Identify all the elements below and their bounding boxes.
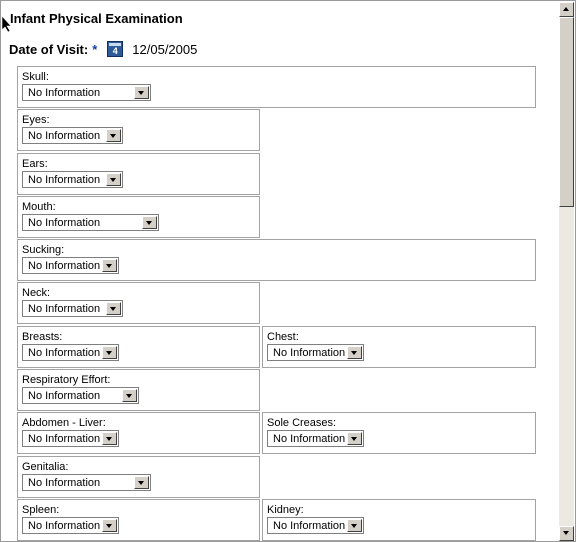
genitalia-group: Genitalia: No Information [17, 456, 260, 498]
neck-group: Neck: No Information [17, 282, 260, 324]
abdomen-liver-label: Abdomen - Liver: [22, 417, 106, 429]
sucking-group: Sucking: No Information [17, 239, 536, 281]
skull-select-value: No Information [28, 87, 101, 99]
respiratory-effort-label: Respiratory Effort: [22, 374, 111, 386]
required-marker: * [92, 41, 98, 57]
chevron-down-icon[interactable] [134, 476, 149, 489]
chevron-down-icon[interactable] [347, 346, 362, 359]
kidney-group: Kidney: No Information [262, 499, 536, 541]
sole-creases-label: Sole Creases: [267, 417, 337, 429]
mouth-select-value: No Information [28, 217, 101, 229]
mouth-select[interactable]: No Information [22, 214, 159, 231]
sucking-select[interactable]: No Information [22, 257, 119, 274]
chevron-down-icon[interactable] [102, 432, 117, 445]
scrollbar-thumb[interactable] [559, 17, 574, 207]
neck-select[interactable]: No Information [22, 300, 123, 317]
chest-select[interactable]: No Information [267, 344, 364, 361]
chevron-down-icon[interactable] [347, 519, 362, 532]
chevron-down-icon[interactable] [142, 216, 157, 229]
skull-select[interactable]: No Information [22, 84, 151, 101]
kidney-label: Kidney: [267, 504, 304, 516]
scroll-up-icon[interactable] [559, 2, 574, 17]
breasts-select[interactable]: No Information [22, 344, 119, 361]
sole-creases-select-value: No Information [273, 433, 346, 445]
chevron-down-icon[interactable] [102, 259, 117, 272]
spleen-select[interactable]: No Information [22, 517, 119, 534]
ears-select-value: No Information [28, 174, 101, 186]
date-of-visit-row: Date of Visit: * 4 12/05/2005 [9, 40, 197, 58]
chevron-down-icon[interactable] [106, 129, 121, 142]
scroll-down-icon[interactable] [559, 526, 574, 541]
skull-label: Skull: [22, 71, 49, 83]
eyes-label: Eyes: [22, 114, 50, 126]
chevron-down-icon[interactable] [106, 173, 121, 186]
chevron-down-icon[interactable] [122, 389, 137, 402]
ears-group: Ears: No Information [17, 153, 260, 195]
sole-creases-select[interactable]: No Information [267, 430, 364, 447]
genitalia-label: Genitalia: [22, 461, 69, 473]
spleen-label: Spleen: [22, 504, 60, 516]
breasts-select-value: No Information [28, 347, 101, 359]
skull-group: Skull: No Information [17, 66, 536, 108]
ears-select[interactable]: No Information [22, 171, 123, 188]
breasts-label: Breasts: [22, 331, 63, 343]
chevron-down-icon[interactable] [347, 432, 362, 445]
page-title: Infant Physical Examination [10, 11, 183, 26]
abdomen-liver-group: Abdomen - Liver: No Information [17, 412, 260, 454]
calendar-icon-day: 4 [112, 46, 118, 56]
eyes-group: Eyes: No Information [17, 109, 260, 151]
breasts-group: Breasts: No Information [17, 326, 260, 368]
vertical-scrollbar[interactable] [559, 2, 574, 541]
exam-form-window: Infant Physical Examination Date of Visi… [0, 0, 576, 542]
spleen-select-value: No Information [28, 520, 101, 532]
abdomen-liver-select[interactable]: No Information [22, 430, 119, 447]
mouth-group: Mouth: No Information [17, 196, 260, 238]
chevron-down-icon[interactable] [106, 302, 121, 315]
chevron-down-icon[interactable] [134, 86, 149, 99]
kidney-select[interactable]: No Information [267, 517, 364, 534]
ears-label: Ears: [22, 158, 48, 170]
date-of-visit-label: Date of Visit: [9, 41, 89, 57]
chest-group: Chest: No Information [262, 326, 536, 368]
calendar-icon[interactable]: 4 [107, 41, 124, 57]
genitalia-select-value: No Information [28, 477, 101, 489]
respiratory-effort-select-value: No Information [28, 390, 101, 402]
chest-select-value: No Information [273, 347, 346, 359]
date-of-visit-value: 12/05/2005 [132, 41, 198, 57]
sucking-label: Sucking: [22, 244, 65, 256]
kidney-select-value: No Information [273, 520, 346, 532]
eyes-select[interactable]: No Information [22, 127, 123, 144]
spleen-group: Spleen: No Information [17, 499, 260, 541]
eyes-select-value: No Information [28, 130, 101, 142]
respiratory-effort-group: Respiratory Effort: No Information [17, 369, 260, 411]
mouth-label: Mouth: [22, 201, 56, 213]
chevron-down-icon[interactable] [102, 519, 117, 532]
neck-select-value: No Information [28, 303, 101, 315]
sole-creases-group: Sole Creases: No Information [262, 412, 536, 454]
neck-label: Neck: [22, 287, 51, 299]
chest-label: Chest: [267, 331, 299, 343]
chevron-down-icon[interactable] [102, 346, 117, 359]
abdomen-liver-select-value: No Information [28, 433, 101, 445]
respiratory-effort-select[interactable]: No Information [22, 387, 139, 404]
sucking-select-value: No Information [28, 260, 101, 272]
genitalia-select[interactable]: No Information [22, 474, 151, 491]
